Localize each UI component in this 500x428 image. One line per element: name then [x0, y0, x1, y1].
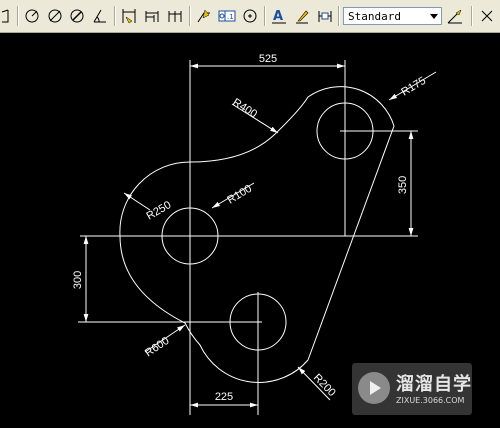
toolbar-separator: [189, 6, 191, 26]
dim-baseline-icon[interactable]: [141, 5, 162, 26]
dimension-ucs-icon[interactable]: [0, 5, 17, 26]
center-mark-icon[interactable]: [239, 5, 260, 26]
dim-text-right-height: 350: [397, 176, 409, 194]
cad-window: .1 A Standard 525 350 300 225 R400 R175 …: [0, 0, 500, 428]
toolbar-overflow-icon[interactable]: [476, 5, 497, 26]
dim-style-icon[interactable]: [444, 5, 465, 26]
dim-radius-icon[interactable]: [21, 5, 42, 26]
dim-text-r250: R250: [145, 199, 174, 223]
svg-text:.1: .1: [227, 13, 234, 21]
toolbar-separator: [338, 6, 340, 26]
dim-text-r400: R400: [230, 96, 259, 120]
dim-update-icon[interactable]: [314, 5, 335, 26]
dimension-style-value: Standard: [348, 10, 401, 23]
dimension-style-select[interactable]: Standard: [343, 7, 442, 25]
chevron-down-icon[interactable]: [427, 8, 441, 24]
dim-arc-icon[interactable]: [66, 5, 87, 26]
svg-text:A: A: [273, 9, 283, 24]
dim-diameter-icon[interactable]: [44, 5, 65, 26]
dim-text-top-width: 525: [259, 53, 277, 65]
dim-continue-icon[interactable]: [164, 5, 185, 26]
dim-text-r200: R200: [311, 372, 338, 399]
dim-text-edit-icon[interactable]: [291, 5, 312, 26]
quick-dimension-icon[interactable]: [118, 5, 139, 26]
dim-text-r600: R600: [143, 335, 172, 360]
toolbar-separator: [471, 6, 473, 26]
dim-text-r175: R175: [399, 75, 428, 99]
dim-text-bottom-width: 225: [215, 391, 233, 403]
dimension-texts: 525 350 300 225 R400 R175 R250 R100 R600…: [72, 53, 428, 403]
toolbar-separator: [264, 6, 266, 26]
play-logo-icon: [358, 372, 390, 404]
dim-text-left-height: 300: [72, 271, 84, 289]
toolbar-separator: [114, 6, 116, 26]
dim-text-r100: R100: [225, 183, 254, 207]
toolbar-separator: [17, 6, 19, 26]
quick-leader-icon[interactable]: [193, 5, 214, 26]
watermark: 溜溜自学 ZIXUE.3066.COM: [352, 363, 472, 415]
r250-leader: [123, 192, 151, 211]
watermark-url: ZIXUE.3066.COM: [396, 396, 465, 405]
watermark-title: 溜溜自学: [396, 374, 472, 395]
dim-edit-icon[interactable]: A: [268, 5, 289, 26]
dimension-toolbar: .1 A Standard: [0, 0, 500, 33]
tolerance-icon[interactable]: .1: [216, 5, 237, 26]
dim-angular-icon[interactable]: [89, 5, 110, 26]
